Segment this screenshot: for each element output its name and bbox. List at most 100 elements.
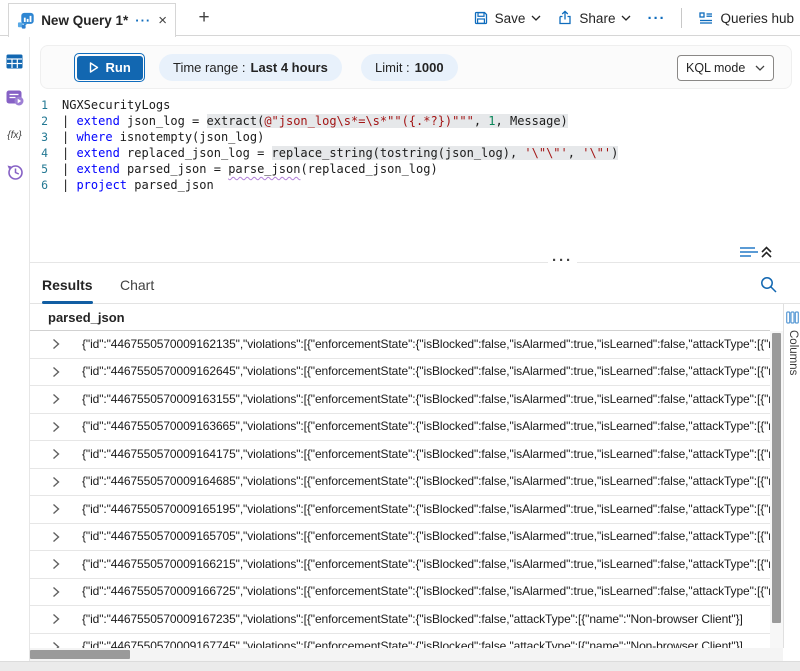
- saved-queries-icon[interactable]: [6, 89, 24, 107]
- code-text: | extend replaced_json_log = replace_str…: [62, 145, 618, 161]
- row-json-text: {"id":"4467550570009165195","violations"…: [82, 496, 770, 523]
- tab-chart[interactable]: Chart: [120, 266, 154, 304]
- table-row[interactable]: {"id":"4467550570009166215","violations"…: [30, 551, 770, 579]
- column-header-parsed-json[interactable]: parsed_json: [30, 304, 770, 331]
- table-row[interactable]: {"id":"4467550570009164685","violations"…: [30, 469, 770, 497]
- code-text: | where isnotempty(json_log): [62, 129, 264, 145]
- code-line[interactable]: 2| extend json_log = extract(@"json_log\…: [40, 113, 780, 129]
- row-expand-chevron-icon[interactable]: [52, 586, 66, 598]
- history-icon[interactable]: [6, 163, 24, 181]
- share-icon: [557, 10, 573, 26]
- row-json-text: {"id":"4467550570009162645","violations"…: [82, 358, 770, 385]
- chevron-down-icon: [531, 15, 541, 21]
- tab-menu-button[interactable]: ···: [135, 13, 151, 28]
- table-row[interactable]: {"id":"4467550570009164175","violations"…: [30, 441, 770, 469]
- table-row[interactable]: {"id":"4467550570009167745","violations"…: [30, 634, 770, 649]
- row-expand-chevron-icon[interactable]: [52, 476, 66, 488]
- search-results-button[interactable]: [759, 275, 778, 299]
- queries-hub-button[interactable]: Queries hub: [698, 10, 794, 26]
- time-range-label: Time range :: [173, 60, 246, 75]
- line-number: 4: [40, 145, 62, 161]
- vertical-scrollbar[interactable]: [770, 331, 783, 648]
- code-line[interactable]: 6| project parsed_json: [40, 177, 780, 193]
- queries-hub-label: Queries hub: [720, 11, 794, 26]
- line-number: 2: [40, 113, 62, 129]
- panel-splitter[interactable]: [30, 262, 800, 263]
- row-expand-chevron-icon[interactable]: [52, 338, 66, 350]
- table-row[interactable]: {"id":"4467550570009162645","violations"…: [30, 359, 770, 387]
- tab-title: New Query 1*: [41, 13, 128, 28]
- vertical-scrollbar-thumb[interactable]: [772, 333, 781, 623]
- tab-bar: New Query 1* ··· × + Save: [0, 0, 800, 36]
- table-row[interactable]: {"id":"4467550570009162135","violations"…: [30, 331, 770, 359]
- row-json-text: {"id":"4467550570009166215","violations"…: [82, 551, 770, 578]
- save-button[interactable]: Save: [473, 10, 542, 26]
- row-expand-chevron-icon[interactable]: [52, 448, 66, 460]
- row-json-text: {"id":"4467550570009162135","violations"…: [82, 331, 770, 358]
- code-text: | extend parsed_json = parse_json(replac…: [62, 161, 438, 177]
- query-tab[interactable]: New Query 1* ··· ×: [8, 3, 176, 37]
- code-line[interactable]: 4| extend replaced_json_log = replace_st…: [40, 145, 780, 161]
- limit-value: 1000: [415, 60, 444, 75]
- top-actions: Save Share ···: [473, 0, 794, 36]
- play-icon: [89, 62, 99, 73]
- table-row[interactable]: {"id":"4467550570009166725","violations"…: [30, 579, 770, 607]
- tab-results[interactable]: Results: [42, 266, 93, 304]
- chevron-down-icon: [755, 65, 765, 71]
- time-range-button[interactable]: Time range : Last 4 hours: [159, 54, 342, 81]
- save-label: Save: [495, 11, 526, 26]
- row-expand-chevron-icon[interactable]: [52, 613, 66, 625]
- row-expand-chevron-icon[interactable]: [52, 503, 66, 515]
- share-button[interactable]: Share: [557, 10, 631, 26]
- code-text: | extend json_log = extract(@"json_log\s…: [62, 113, 568, 129]
- horizontal-scrollbar[interactable]: [30, 648, 783, 661]
- row-json-text: {"id":"4467550570009165705","violations"…: [82, 523, 770, 550]
- table-row[interactable]: {"id":"4467550570009167235","violations"…: [30, 606, 770, 634]
- row-expand-chevron-icon[interactable]: [52, 558, 66, 570]
- row-expand-chevron-icon[interactable]: [52, 393, 66, 405]
- new-tab-button[interactable]: +: [192, 6, 216, 30]
- limit-button[interactable]: Limit : 1000: [361, 54, 458, 81]
- row-expand-chevron-icon[interactable]: [52, 421, 66, 433]
- line-number: 5: [40, 161, 62, 177]
- table-row[interactable]: {"id":"4467550570009163665","violations"…: [30, 414, 770, 442]
- table-row[interactable]: {"id":"4467550570009163155","violations"…: [30, 386, 770, 414]
- row-json-text: {"id":"4467550570009166725","violations"…: [82, 578, 770, 605]
- line-number: 3: [40, 129, 62, 145]
- row-json-text: {"id":"4467550570009163155","violations"…: [82, 386, 770, 413]
- code-text: | project parsed_json: [62, 177, 214, 193]
- query-mode-select[interactable]: KQL mode: [677, 55, 774, 81]
- row-expand-chevron-icon[interactable]: [52, 641, 66, 648]
- code-line[interactable]: 1NGXSecurityLogs: [40, 97, 780, 113]
- bottom-strip: [0, 661, 800, 671]
- code-line[interactable]: 5| extend parsed_json = parse_json(repla…: [40, 161, 780, 177]
- table-row[interactable]: {"id":"4467550570009165705","violations"…: [30, 524, 770, 552]
- time-range-value: Last 4 hours: [251, 60, 328, 75]
- adx-logo-icon: [17, 12, 34, 30]
- row-expand-chevron-icon[interactable]: [52, 366, 66, 378]
- query-editor[interactable]: 1NGXSecurityLogs2| extend json_log = ext…: [40, 97, 780, 193]
- row-json-text: {"id":"4467550570009167745","violations"…: [82, 633, 743, 648]
- line-number: 1: [40, 97, 62, 113]
- row-json-text: {"id":"4467550570009163665","violations"…: [82, 413, 770, 440]
- queries-hub-icon: [698, 10, 714, 26]
- table-row[interactable]: {"id":"4467550570009165195","violations"…: [30, 496, 770, 524]
- share-label: Share: [579, 11, 615, 26]
- columns-panel-strip[interactable]: Columns: [783, 304, 800, 648]
- code-line[interactable]: 3| where isnotempty(json_log): [40, 129, 780, 145]
- tab-close-icon[interactable]: ×: [158, 13, 167, 28]
- row-json-text: {"id":"4467550570009167235","violations"…: [82, 606, 743, 633]
- results-grid: {"id":"4467550570009162135","violations"…: [30, 331, 770, 648]
- function-icon[interactable]: {fx}: [6, 126, 24, 144]
- left-sidebar: {fx}: [0, 36, 30, 661]
- columns-icon[interactable]: [786, 311, 799, 324]
- run-button[interactable]: Run: [74, 53, 145, 82]
- horizontal-scrollbar-thumb[interactable]: [30, 650, 130, 659]
- row-json-text: {"id":"4467550570009164685","violations"…: [82, 468, 770, 495]
- columns-panel-label: Columns: [787, 330, 799, 375]
- row-json-text: {"id":"4467550570009164175","violations"…: [82, 441, 770, 468]
- data-tables-icon[interactable]: [6, 52, 24, 70]
- search-icon: [759, 275, 778, 294]
- row-expand-chevron-icon[interactable]: [52, 531, 66, 543]
- more-commands-button[interactable]: ···: [647, 10, 665, 27]
